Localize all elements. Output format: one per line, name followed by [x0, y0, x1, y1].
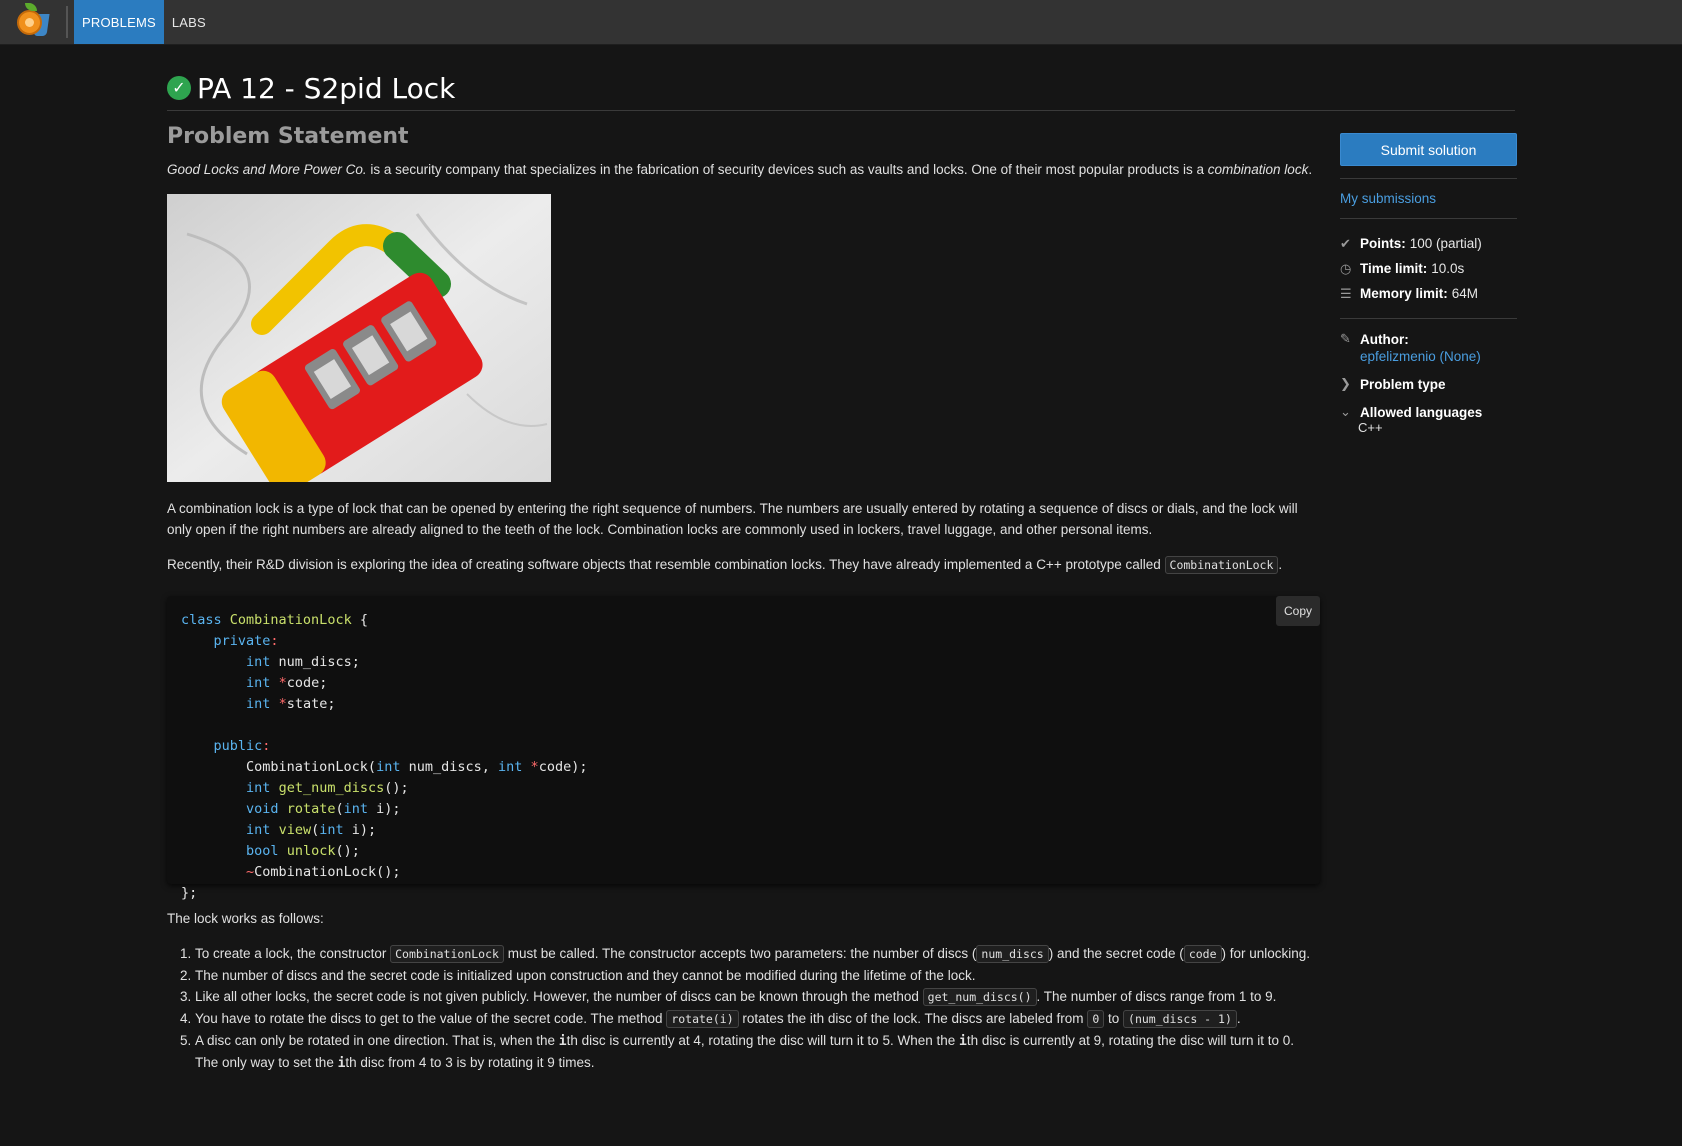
submit-solution-button[interactable]: Submit solution — [1340, 133, 1517, 166]
problem-content: ✓ PA 12 - S2pid Lock Problem Statement G… — [167, 62, 1320, 1074]
rules-list: To create a lock, the constructor Combin… — [167, 943, 1320, 1074]
check-icon: ✔ — [1340, 236, 1351, 251]
points-stat: ✔ Points: 100 (partial) — [1340, 231, 1517, 256]
section-title: Problem Statement — [167, 124, 409, 149]
solved-check-icon: ✓ — [167, 76, 191, 100]
page-title: PA 12 - S2pid Lock — [197, 71, 456, 105]
list-item: You have to rotate the discs to get to t… — [195, 1008, 1320, 1030]
works-heading: The lock works as follows: — [167, 911, 324, 926]
memory-limit-stat: ☰ Memory limit: 64M — [1340, 281, 1517, 306]
sidebar-divider — [1340, 178, 1517, 179]
description-paragraph: A combination lock is a type of lock tha… — [167, 501, 1298, 537]
chevron-right-icon: ❯ — [1340, 376, 1351, 391]
my-submissions-link[interactable]: My submissions — [1340, 191, 1517, 206]
company-name: Good Locks and More Power Co. — [167, 162, 367, 177]
time-limit-stat: ◷ Time limit: 10.0s — [1340, 256, 1517, 281]
nav-divider — [66, 6, 68, 38]
copy-button[interactable]: Copy — [1276, 596, 1320, 626]
site-logo-icon[interactable] — [0, 0, 56, 44]
class-definition-code: class CombinationLock { private: int num… — [181, 612, 588, 901]
clock-icon: ◷ — [1340, 261, 1352, 276]
chevron-down-icon: ⌄ — [1340, 404, 1351, 419]
list-item: To create a lock, the constructor Combin… — [195, 943, 1320, 965]
title-row: ✓ PA 12 - S2pid Lock — [167, 62, 1320, 114]
allowed-languages-toggle[interactable]: ⌄ Allowed languages — [1340, 404, 1517, 420]
inline-code: CombinationLock — [1164, 556, 1279, 574]
author-heading: ✎ Author: — [1340, 331, 1409, 347]
prototype-paragraph: Recently, their R&D division is explorin… — [167, 556, 1283, 574]
author-link[interactable]: epfelizmenio (None) — [1360, 349, 1517, 364]
list-item: Like all other locks, the secret code is… — [195, 986, 1320, 1008]
edit-icon: ✎ — [1340, 331, 1351, 346]
sidebar-divider — [1340, 318, 1517, 319]
list-item: The number of discs and the secret code … — [195, 965, 1320, 986]
intro-paragraph: Good Locks and More Power Co. is a secur… — [167, 162, 1313, 177]
product-name: combination lock — [1207, 162, 1309, 177]
allowed-language-value: C++ — [1358, 420, 1383, 435]
problem-sidebar: Submit solution My submissions ✔ Points:… — [1340, 133, 1517, 435]
list-item: A disc can only be rotated in one direct… — [195, 1030, 1320, 1074]
top-navbar: PROBLEMS LABS — [0, 0, 1682, 45]
combination-lock-photo — [167, 194, 551, 482]
problem-type-toggle[interactable]: ❯ Problem type — [1340, 376, 1517, 392]
memory-icon: ☰ — [1340, 286, 1352, 301]
sidebar-divider — [1340, 218, 1517, 219]
nav-item-labs[interactable]: LABS — [164, 0, 214, 44]
code-block[interactable]: Copy class CombinationLock { private: in… — [167, 596, 1320, 901]
nav-item-problems[interactable]: PROBLEMS — [74, 0, 164, 44]
